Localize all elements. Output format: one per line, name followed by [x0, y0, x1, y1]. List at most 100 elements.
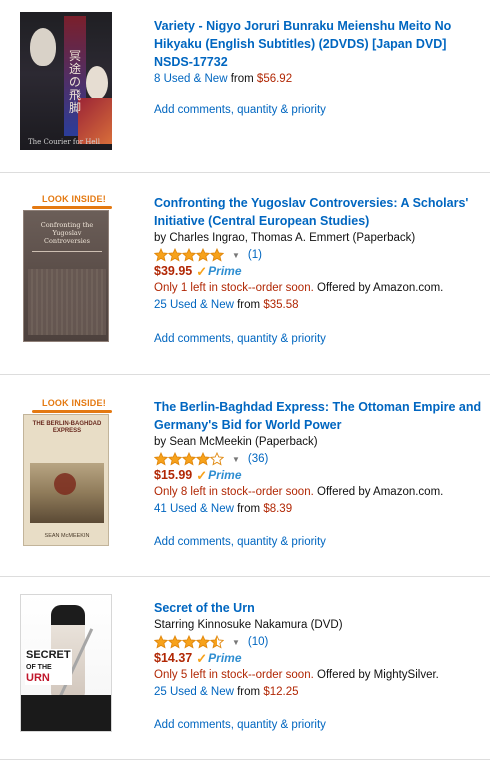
offers-line: 41 Used & New from $8.39 — [154, 501, 486, 518]
used-new-link[interactable]: 41 Used & New — [154, 503, 234, 515]
offers-from-label: from — [237, 686, 261, 698]
product-info: Secret of the Urn Starring Kinnosuke Nak… — [154, 599, 486, 701]
star-icon — [182, 635, 196, 649]
byline: by Sean McMeekin (Paperback) — [154, 436, 318, 448]
list-item: LOOK INSIDE! Confronting the Yugoslav Co… — [0, 172, 490, 374]
product-image[interactable]: SECRET OF THE URN — [20, 594, 112, 732]
star-icon — [196, 248, 210, 262]
offers-from-label: from — [237, 503, 261, 515]
price: $39.95 — [154, 264, 193, 278]
offers-from-label: from — [237, 299, 261, 311]
offers-from-label: from — [230, 73, 254, 85]
list-item: SECRET OF THE URN Secret of the Urn Star… — [0, 576, 490, 760]
byline: by Charles Ingrao, Thomas A. Emmert (Pap… — [154, 232, 416, 244]
list-item: 冥途の飛脚 The Courier for Hell Variety - Nig… — [0, 0, 490, 172]
offered-by: Offered by Amazon.com. — [317, 486, 444, 498]
chevron-down-icon[interactable]: ▼ — [232, 634, 240, 651]
cover-art — [28, 269, 106, 335]
offered-by: Offered by MightySilver. — [317, 669, 439, 681]
cover-subtitle: The Courier for Hell — [28, 138, 101, 146]
look-inside-badge[interactable]: LOOK INSIDE! — [20, 398, 112, 414]
cover-title-line: SECRET — [26, 649, 71, 661]
chevron-down-icon[interactable]: ▼ — [232, 451, 240, 468]
review-count-link[interactable]: (1) — [248, 247, 262, 264]
product-image[interactable]: THE BERLIN-BAGHDAD EXPRESS SEAN McMEEKIN — [23, 414, 109, 546]
star-icon — [182, 248, 196, 262]
prime-label: Prime — [208, 264, 242, 278]
prime-label: Prime — [208, 651, 242, 665]
offers-price: $56.92 — [256, 73, 293, 85]
add-comments-link[interactable]: Add comments, quantity & priority — [154, 333, 326, 345]
prime-check-icon: ✓ — [196, 264, 208, 279]
product-title-link[interactable]: Secret of the Urn — [154, 599, 486, 617]
add-comments-link[interactable]: Add comments, quantity & priority — [154, 536, 326, 548]
add-comments-link[interactable]: Add comments, quantity & priority — [154, 104, 326, 116]
product-info: Confronting the Yugoslav Controversies: … — [154, 194, 486, 314]
product-info: Variety - Nigyo Joruri Bunraku Meienshu … — [154, 17, 486, 88]
used-new-link[interactable]: 25 Used & New — [154, 299, 234, 311]
star-rating[interactable] — [154, 452, 224, 466]
rating-row: ▼ (36) — [154, 451, 486, 467]
cover-rule — [32, 251, 102, 252]
cover-figure — [30, 28, 56, 66]
price: $15.99 — [154, 468, 193, 482]
look-inside-arrow-icon — [32, 206, 112, 209]
star-icon — [210, 452, 224, 466]
stock-line: Only 1 left in stock--order soon. Offere… — [154, 280, 486, 297]
prime-badge: ✓ Prime — [196, 467, 241, 484]
offers-price: $35.58 — [263, 299, 299, 311]
used-new-link[interactable]: 8 Used & New — [154, 73, 228, 85]
star-icon — [154, 452, 168, 466]
review-count-link[interactable]: (10) — [248, 634, 268, 651]
product-image[interactable]: 冥途の飛脚 The Courier for Hell — [20, 12, 112, 150]
stock-status: Only 1 left in stock--order soon. — [154, 282, 314, 294]
prime-badge: ✓ Prime — [196, 650, 241, 667]
product-title-link[interactable]: Confronting the Yugoslav Controversies: … — [154, 194, 486, 230]
price-row: $39.95 ✓ Prime — [154, 263, 486, 280]
offers-line: 25 Used & New from $35.58 — [154, 297, 486, 314]
star-rating[interactable] — [154, 635, 224, 649]
star-icon — [168, 248, 182, 262]
star-rating[interactable] — [154, 248, 224, 262]
rating-row: ▼ (10) — [154, 634, 486, 650]
star-icon — [154, 635, 168, 649]
product-title-link[interactable]: Variety - Nigyo Joruri Bunraku Meienshu … — [154, 17, 486, 71]
product-info: The Berlin-Baghdad Express: The Ottoman … — [154, 398, 486, 518]
prime-check-icon: ✓ — [196, 651, 208, 666]
prime-check-icon: ✓ — [196, 468, 208, 483]
add-comments-link[interactable]: Add comments, quantity & priority — [154, 719, 326, 731]
look-inside-badge[interactable]: LOOK INSIDE! — [20, 194, 112, 210]
cover-title-line: OF THE — [26, 664, 52, 671]
stock-line: Only 8 left in stock--order soon. Offere… — [154, 484, 486, 501]
star-icon — [210, 248, 224, 262]
chevron-down-icon[interactable]: ▼ — [232, 247, 240, 264]
rating-row: ▼ (1) — [154, 247, 486, 263]
product-title-link[interactable]: The Berlin-Baghdad Express: The Ottoman … — [154, 398, 486, 434]
cover-title: THE BERLIN-BAGHDAD EXPRESS — [32, 421, 102, 434]
star-icon — [168, 635, 182, 649]
look-inside-arrow-icon — [32, 410, 112, 413]
offered-by: Offered by Amazon.com. — [317, 282, 444, 294]
offers-line: 8 Used & New from $56.92 — [154, 71, 486, 88]
prime-label: Prime — [208, 468, 242, 482]
look-inside-label: LOOK INSIDE! — [42, 194, 106, 204]
product-image[interactable]: Confronting the Yugoslav Controversies — [23, 210, 109, 342]
star-icon — [168, 452, 182, 466]
star-icon — [182, 452, 196, 466]
price-row: $14.37 ✓ Prime — [154, 650, 486, 667]
cover-title: Confronting the Yugoslav Controversies — [40, 221, 94, 245]
cover-art — [30, 463, 104, 523]
look-inside-label: LOOK INSIDE! — [42, 398, 106, 408]
star-icon — [196, 635, 210, 649]
star-icon — [154, 248, 168, 262]
review-count-link[interactable]: (36) — [248, 451, 268, 468]
cover-title: SECRET OF THE URN — [25, 649, 72, 685]
cover-title: 冥途の飛脚 — [68, 49, 81, 115]
star-icon — [210, 635, 224, 649]
offers-line: 25 Used & New from $12.25 — [154, 684, 486, 701]
stock-line: Only 5 left in stock--order soon. Offere… — [154, 667, 486, 684]
star-icon — [196, 452, 210, 466]
used-new-link[interactable]: 25 Used & New — [154, 686, 234, 698]
cover-figure — [86, 66, 108, 100]
stock-status: Only 8 left in stock--order soon. — [154, 486, 314, 498]
